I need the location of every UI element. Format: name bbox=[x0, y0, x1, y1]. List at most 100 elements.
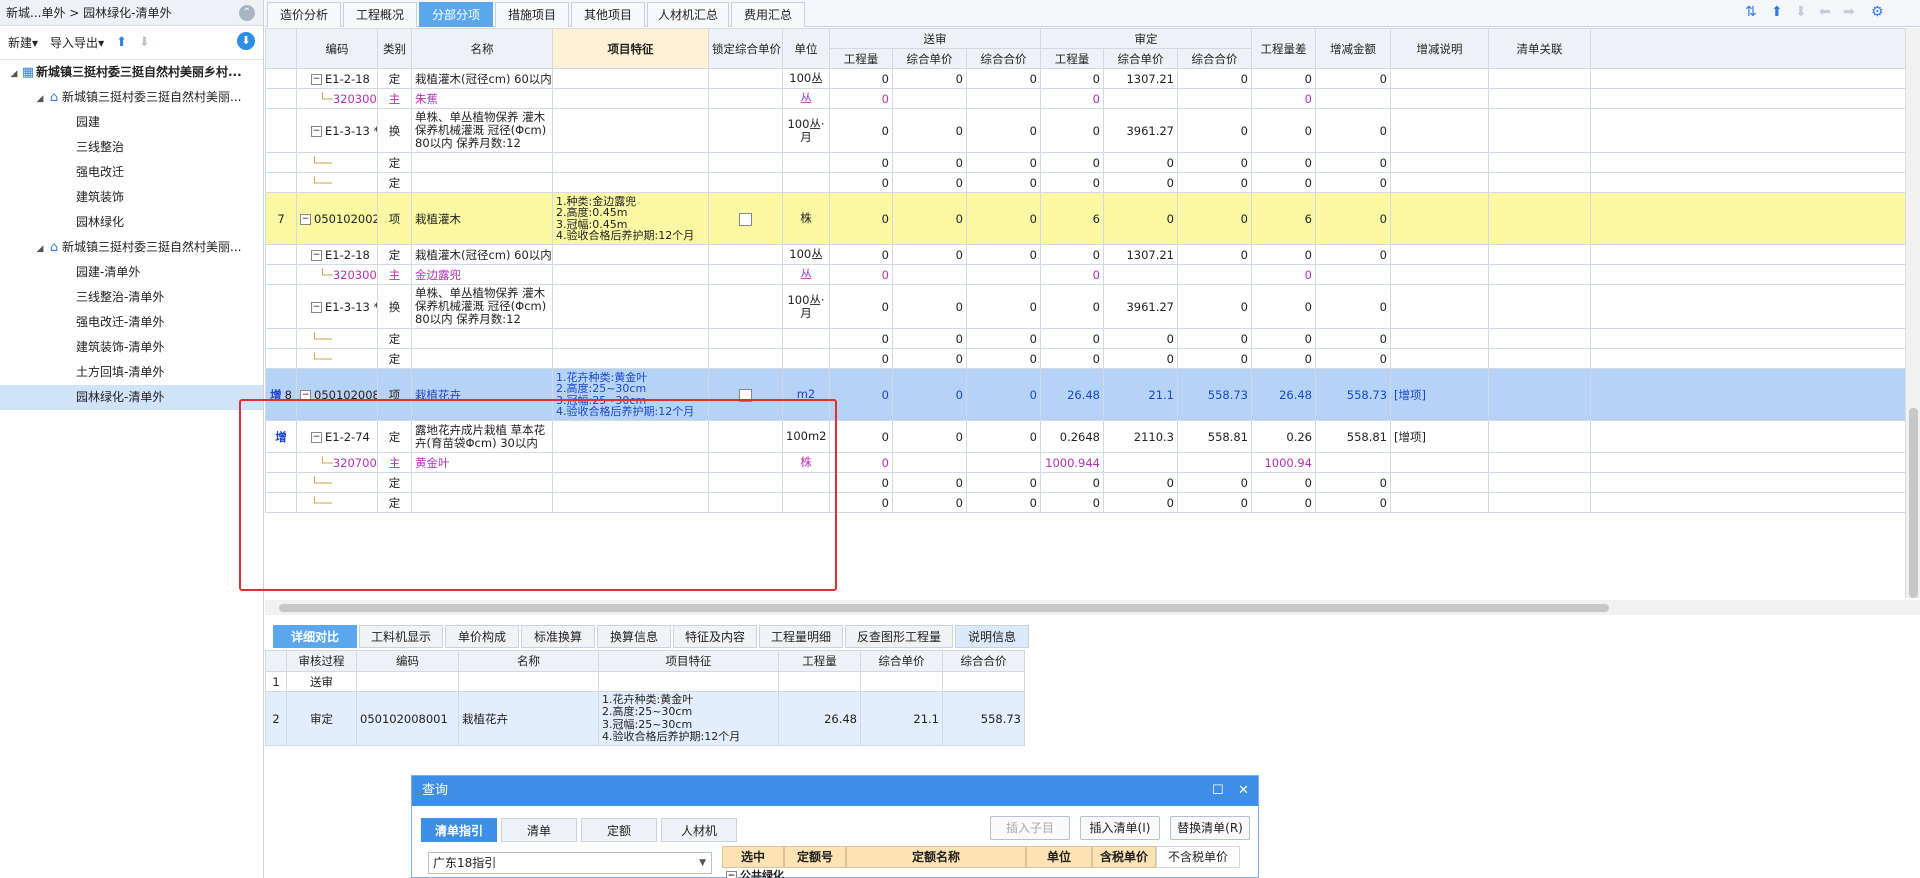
expand-toggle-icon[interactable]: ◢ bbox=[8, 62, 20, 85]
a-qty-cell[interactable]: 0 bbox=[1040, 472, 1104, 493]
code-cell[interactable]: └─32030010@1 bbox=[296, 88, 378, 109]
a-up-cell[interactable] bbox=[1103, 88, 1178, 109]
horizontal-scrollbar[interactable] bbox=[265, 600, 1920, 615]
collapse-icon[interactable]: ⌃ bbox=[239, 5, 255, 21]
a-qty-cell[interactable]: 0.2648 bbox=[1040, 420, 1104, 453]
col-approved-qty[interactable]: 工程量 bbox=[1040, 48, 1104, 69]
dq-cell[interactable]: 1000.94 bbox=[1251, 452, 1316, 473]
s-tot-cell[interactable]: 0 bbox=[966, 192, 1041, 245]
name-cell[interactable] bbox=[411, 492, 553, 513]
feature-cell[interactable] bbox=[552, 328, 709, 349]
detail-col-process[interactable]: 审核过程 bbox=[286, 650, 357, 672]
a-up-cell[interactable] bbox=[1103, 452, 1178, 473]
tab-standard-conversion[interactable]: 标准换算 bbox=[521, 625, 595, 648]
a-tot-cell[interactable]: 0 bbox=[1177, 68, 1252, 89]
dq-cell[interactable]: 6 bbox=[1251, 192, 1316, 245]
code-cell[interactable]: − E1-2-18 bbox=[296, 244, 378, 265]
close-icon[interactable]: ✕ bbox=[1238, 776, 1249, 806]
collapse-toggle-icon[interactable]: − bbox=[311, 73, 322, 85]
result-col-tax-price[interactable]: 含税单价 bbox=[1092, 846, 1156, 868]
feature-cell[interactable] bbox=[552, 348, 709, 369]
code-cell[interactable]: └── bbox=[296, 472, 378, 493]
da-cell[interactable]: 0 bbox=[1315, 284, 1391, 329]
collapse-toggle-icon[interactable]: − bbox=[311, 301, 322, 313]
type-cell[interactable]: 项 bbox=[377, 368, 412, 421]
tree-node[interactable]: 土方回填-清单外 bbox=[0, 360, 263, 385]
a-tot-cell[interactable]: 558.81 bbox=[1177, 420, 1252, 453]
unit-cell[interactable]: 100m2 bbox=[782, 420, 830, 453]
unit-cell[interactable] bbox=[782, 152, 830, 173]
s-up-cell[interactable]: 0 bbox=[892, 152, 967, 173]
new-button[interactable]: 新建▾ bbox=[8, 34, 38, 51]
name-cell[interactable]: 黄金叶 bbox=[411, 452, 553, 473]
a-tot-cell[interactable] bbox=[1177, 452, 1252, 473]
a-up-cell[interactable]: 21.1 bbox=[1103, 368, 1178, 421]
dialog-tab-labor-material[interactable]: 人材机 bbox=[661, 818, 737, 842]
tab-description-info[interactable]: 说明信息 bbox=[955, 625, 1029, 648]
tree-node[interactable]: 园建 bbox=[0, 110, 263, 135]
da-cell[interactable] bbox=[1315, 452, 1391, 473]
diff-note-cell[interactable]: [增项] bbox=[1390, 420, 1489, 453]
s-tot-cell[interactable] bbox=[966, 452, 1041, 473]
s-tot-cell[interactable]: 0 bbox=[966, 108, 1041, 153]
a-tot-cell[interactable]: 0 bbox=[1177, 172, 1252, 193]
unit-cell[interactable] bbox=[782, 492, 830, 513]
col-feature[interactable]: 项目特征 bbox=[552, 28, 709, 69]
diff-note-cell[interactable] bbox=[1390, 244, 1489, 265]
type-cell[interactable]: 换 bbox=[377, 284, 412, 329]
tab-quantity-detail[interactable]: 工程量明细 bbox=[759, 625, 843, 648]
type-cell[interactable]: 定 bbox=[377, 348, 412, 369]
lock-price-cell[interactable] bbox=[708, 264, 783, 285]
dq-cell[interactable]: 0 bbox=[1251, 284, 1316, 329]
col-list-link[interactable]: 清单关联 bbox=[1488, 28, 1591, 69]
list-link-cell[interactable] bbox=[1488, 348, 1591, 369]
a-tot-cell[interactable]: 0 bbox=[1177, 244, 1252, 265]
list-link-cell[interactable] bbox=[1488, 492, 1591, 513]
s-up-cell[interactable]: 0 bbox=[892, 328, 967, 349]
diff-note-cell[interactable] bbox=[1390, 264, 1489, 285]
col-lock[interactable]: 锁定综合单价 bbox=[708, 28, 783, 69]
da-cell[interactable]: 0 bbox=[1315, 108, 1391, 153]
collapse-toggle-icon[interactable]: − bbox=[726, 870, 737, 878]
lock-price-cell[interactable] bbox=[708, 328, 783, 349]
a-qty-cell[interactable]: 0 bbox=[1040, 152, 1104, 173]
lock-price-cell[interactable] bbox=[708, 172, 783, 193]
code-cell[interactable]: └── bbox=[296, 492, 378, 513]
s-qty-cell[interactable]: 0 bbox=[829, 172, 893, 193]
tree-node[interactable]: 园建-清单外 bbox=[0, 260, 263, 285]
da-cell[interactable]: 0 bbox=[1315, 192, 1391, 245]
quota-row[interactable]: └── 定 0 0 0 0 0 0 0 0 bbox=[265, 348, 1905, 369]
quota-row[interactable]: └── 定 0 0 0 0 0 0 0 0 bbox=[265, 472, 1905, 493]
s-up-cell[interactable] bbox=[892, 88, 967, 109]
detail-col-code[interactable]: 编码 bbox=[356, 650, 459, 672]
lock-price-cell[interactable] bbox=[708, 192, 783, 245]
a-qty-cell[interactable]: 0 bbox=[1040, 492, 1104, 513]
type-cell[interactable]: 定 bbox=[377, 68, 412, 89]
a-qty-cell[interactable]: 0 bbox=[1040, 68, 1104, 89]
code-cell[interactable]: └── bbox=[296, 348, 378, 369]
diff-note-cell[interactable] bbox=[1390, 172, 1489, 193]
col-qty-diff[interactable]: 工程量差 bbox=[1251, 28, 1316, 69]
code-cell[interactable]: └── bbox=[296, 152, 378, 173]
feature-cell[interactable] bbox=[552, 172, 709, 193]
a-qty-cell[interactable]: 0 bbox=[1040, 328, 1104, 349]
a-up-cell[interactable] bbox=[1103, 264, 1178, 285]
quota-row[interactable]: └─32030010@1主朱蕉丛000 bbox=[265, 88, 1905, 109]
type-cell[interactable]: 定 bbox=[377, 152, 412, 173]
dialog-tab-list-guide[interactable]: 清单指引 bbox=[421, 818, 497, 842]
s-tot-cell[interactable]: 0 bbox=[966, 472, 1041, 493]
code-cell[interactable]: └─32070030@1 bbox=[296, 452, 378, 473]
unit-cell[interactable]: 丛 bbox=[782, 264, 830, 285]
tree-node[interactable]: 三线整治 bbox=[0, 135, 263, 160]
diff-note-cell[interactable] bbox=[1390, 192, 1489, 245]
tab-graphic-quantity[interactable]: 反查图形工程量 bbox=[845, 625, 953, 648]
quota-row[interactable]: └─32070030@1主黄金叶 株0 1000.944 1000.94 bbox=[265, 452, 1905, 473]
dq-cell[interactable]: 0 bbox=[1251, 88, 1316, 109]
tab-detail-compare[interactable]: 详细对比 bbox=[273, 625, 357, 648]
code-cell[interactable]: └── bbox=[296, 172, 378, 193]
tree-node[interactable]: ◢ ⌂ 新城镇三挺村委三挺自然村美丽... bbox=[0, 85, 263, 110]
unit-cell[interactable]: 株 bbox=[782, 452, 830, 473]
code-cell[interactable]: − E1-2-74 bbox=[296, 420, 378, 453]
s-up-cell[interactable]: 0 bbox=[892, 492, 967, 513]
da-cell[interactable]: 0 bbox=[1315, 172, 1391, 193]
